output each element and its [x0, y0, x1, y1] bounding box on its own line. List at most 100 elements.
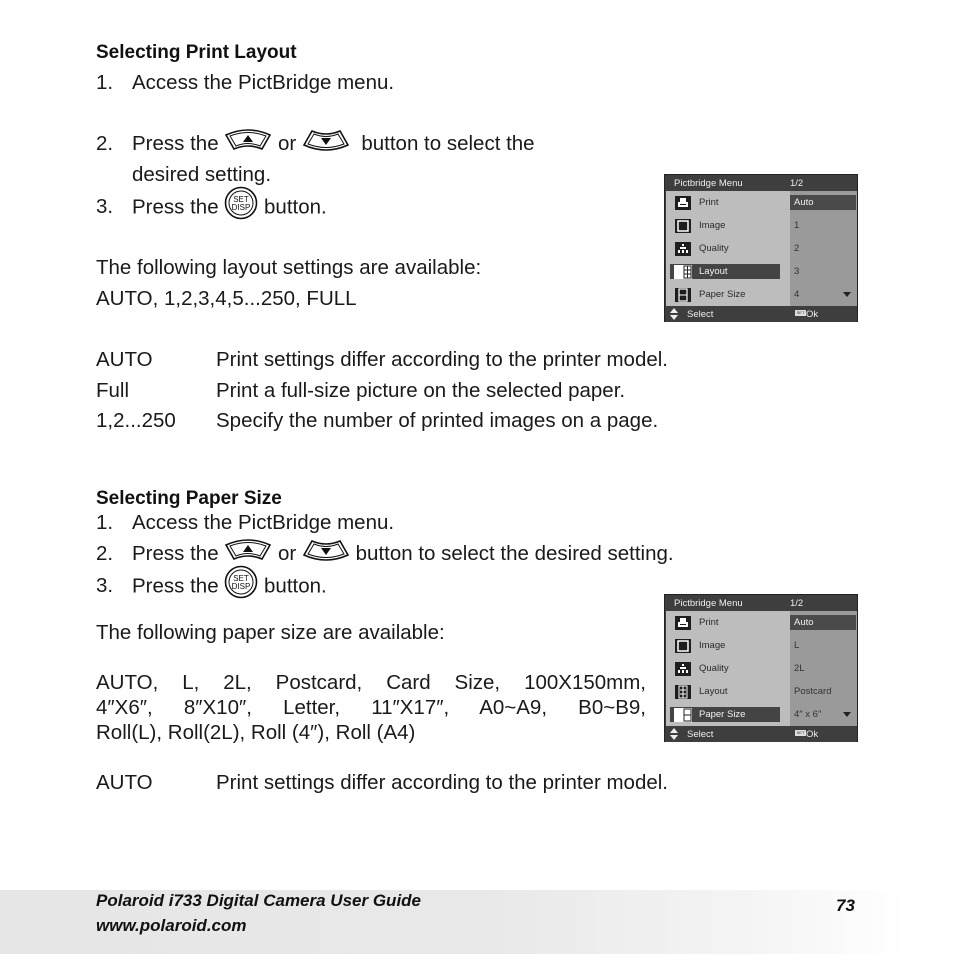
definition-desc: Specify the number of printed images on …: [216, 409, 659, 432]
set-button-badge: SET: [795, 730, 806, 736]
menu-items-pane: Print Image Quality Layout Paper Size: [666, 191, 790, 306]
step-number: 3.: [96, 574, 114, 598]
footer-ok-label: Ok: [806, 309, 819, 320]
menu-option[interactable]: 3: [790, 263, 857, 281]
section-heading-print-layout: Selecting Print Layout: [96, 42, 297, 63]
menu-page-indicator: 1/2: [790, 598, 804, 609]
footer-guide-title: Polaroid i733 Digital Camera User Guide: [96, 891, 422, 910]
definition-row: 1,2...250 Specify the number of printed …: [96, 409, 756, 433]
menu-option-value: 2: [794, 243, 800, 254]
step-2: 2. Press the or button to select the desi…: [96, 538, 674, 565]
menu-item-quality[interactable]: Quality: [666, 240, 790, 258]
step-text-or: or: [278, 132, 297, 155]
definition-term: AUTO: [96, 771, 153, 794]
menu-option[interactable]: 1: [790, 217, 857, 235]
paper-size-icon: [674, 708, 692, 722]
definition-desc: Print settings differ according to the p…: [216, 348, 668, 371]
menu-option[interactable]: Auto: [790, 614, 857, 632]
menu-item-label: Quality: [699, 243, 729, 254]
step-2: 2. Press the or button to select the: [96, 128, 535, 155]
menu-item-label: Paper Size: [699, 709, 746, 720]
definition-row: AUTO Print settings differ according to …: [96, 771, 756, 795]
step-number: 1.: [96, 71, 114, 94]
menu-item-layout[interactable]: Layout: [666, 263, 790, 281]
menu-option[interactable]: Auto: [790, 194, 857, 212]
paper-sizes-line: AUTO, L, 2L, Postcard, Card Size, 100X15…: [96, 671, 646, 694]
step-1: 1. Access the PictBridge menu.: [96, 71, 394, 94]
step-text: Press the: [132, 132, 219, 155]
menu-item-label: Image: [699, 220, 726, 231]
menu-item-image[interactable]: Image: [666, 217, 790, 235]
svg-text:DISP: DISP: [232, 203, 251, 212]
menu-item-label: Print: [699, 617, 719, 628]
footer-website-link[interactable]: www.polaroid.com: [96, 916, 247, 936]
paper-availability-text: The following paper size are available:: [96, 621, 445, 644]
menu-item-print[interactable]: Print: [666, 614, 790, 632]
printer-icon: [675, 196, 691, 210]
up-down-arrows-icon: [670, 308, 678, 320]
up-arrow-button-icon: [225, 128, 272, 150]
menu-item-layout[interactable]: Layout: [666, 683, 790, 701]
menu-option[interactable]: 2L: [790, 660, 857, 678]
menu-item-label: Layout: [699, 686, 728, 697]
menu-option-value: 2L: [794, 663, 805, 674]
menu-option-value: L: [794, 640, 800, 651]
paper-sizes-line: 4″X6″, 8″X10″, Letter, 11″X17″, A0~A9, B…: [96, 696, 646, 719]
step-text: Press the: [132, 542, 219, 565]
menu-footer: Select SET Ok: [665, 726, 857, 742]
menu-option[interactable]: L: [790, 637, 857, 655]
scroll-down-icon[interactable]: [843, 712, 851, 717]
step-text-or: or: [278, 542, 297, 565]
menu-item-quality[interactable]: Quality: [666, 660, 790, 678]
pictbridge-menu-layout: Pictbridge Menu 1/2 Print Image Quality: [664, 174, 858, 322]
step-text: button to select the desired setting.: [355, 542, 674, 565]
menu-option[interactable]: 2: [790, 240, 857, 258]
menu-item-label: Quality: [699, 663, 729, 674]
footer-select-label: Select: [687, 309, 714, 320]
scroll-down-icon[interactable]: [843, 292, 851, 297]
menu-item-image[interactable]: Image: [666, 637, 790, 655]
definition-desc: Print a full-size picture on the selecte…: [216, 379, 626, 402]
menu-option-value: 1: [794, 220, 800, 231]
menu-option-value: 4″ x 6″: [794, 709, 822, 720]
menu-title: Pictbridge Menu: [674, 178, 743, 189]
menu-option[interactable]: 4: [790, 286, 857, 304]
image-icon: [675, 219, 691, 233]
printer-icon: [675, 616, 691, 630]
menu-option[interactable]: Postcard: [790, 683, 857, 701]
menu-option-value: 4: [794, 289, 800, 300]
menu-option-value: Auto: [794, 197, 814, 208]
step-text: button.: [264, 574, 327, 598]
menu-item-print[interactable]: Print: [666, 194, 790, 212]
page-footer: Polaroid i733 Digital Camera User Guide …: [0, 890, 954, 954]
step-text: button.: [264, 195, 327, 219]
menu-option-value: 3: [794, 266, 800, 277]
layout-options-list: AUTO, 1,2,3,4,5...250, FULL: [96, 287, 357, 310]
menu-item-label: Print: [699, 197, 719, 208]
quality-icon: [675, 242, 691, 256]
step-number: 2.: [96, 542, 114, 565]
down-arrow-button-icon: [302, 539, 350, 561]
menu-item-label: Paper Size: [699, 289, 746, 300]
definition-term: Full: [96, 379, 130, 402]
menu-option[interactable]: 4″ x 6″: [790, 706, 857, 724]
set-disp-button-icon: SET DISP: [225, 186, 258, 220]
step-number: 3.: [96, 195, 114, 219]
step-3: 3. Press the SET DISP button.: [96, 565, 327, 599]
step-text: Press the: [132, 195, 219, 219]
menu-item-paper-size[interactable]: Paper Size: [666, 706, 790, 724]
menu-items-pane: Print Image Quality Layout Paper Size: [666, 611, 790, 726]
layout-availability-text: The following layout settings are availa…: [96, 256, 482, 279]
menu-title-bar: Pictbridge Menu 1/2: [665, 595, 857, 611]
step-number: 2.: [96, 132, 114, 155]
set-disp-button-icon: SET DISP: [225, 565, 258, 599]
step-number: 1.: [96, 511, 114, 534]
page-number: 73: [836, 896, 855, 915]
menu-item-label: Image: [699, 640, 726, 651]
quality-icon: [675, 662, 691, 676]
up-down-arrows-icon: [670, 728, 678, 740]
svg-text:DISP: DISP: [232, 582, 251, 591]
down-arrow-button-icon: [302, 129, 350, 151]
menu-item-paper-size[interactable]: Paper Size: [666, 286, 790, 304]
menu-title-bar: Pictbridge Menu 1/2: [665, 175, 857, 191]
